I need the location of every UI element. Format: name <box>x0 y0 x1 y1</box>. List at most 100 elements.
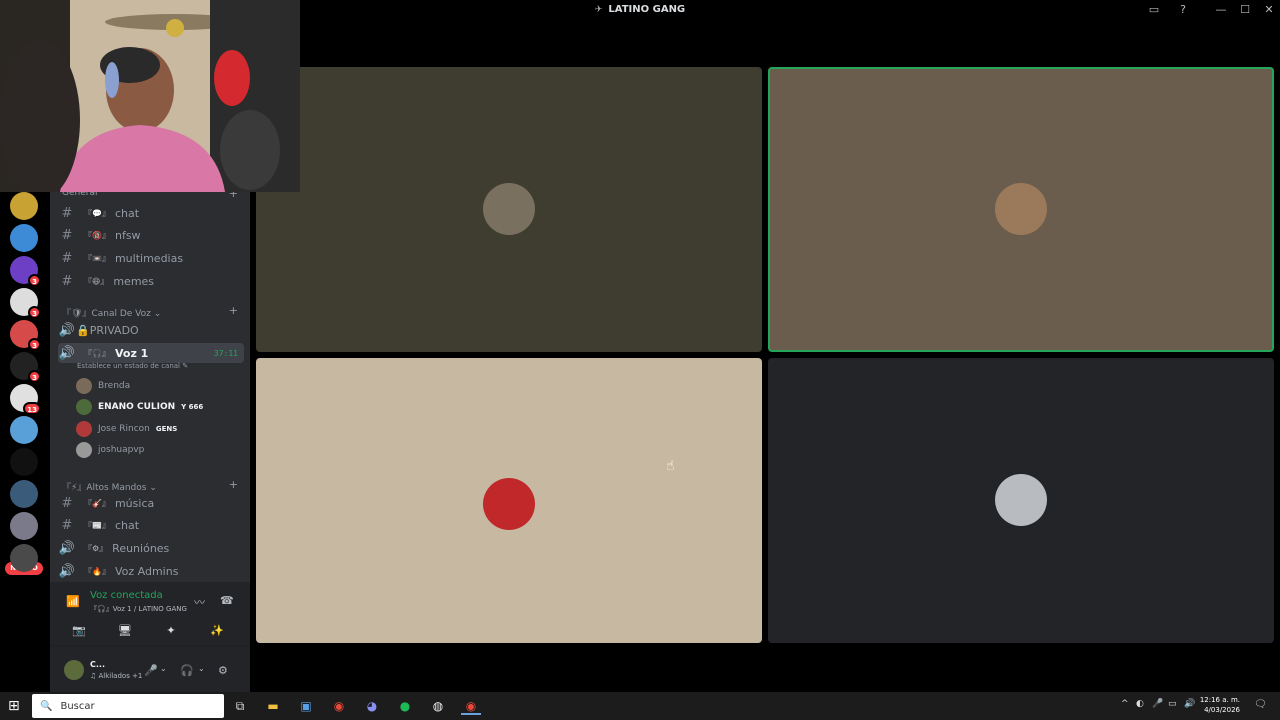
unread-badge: 3 <box>28 274 41 287</box>
notifications-icon[interactable]: 🗨 <box>1254 699 1267 710</box>
server-icon[interactable] <box>10 224 38 252</box>
connection-signal-icon[interactable]: 📶 <box>66 595 80 608</box>
maximize-button[interactable]: ☐ <box>1237 3 1253 16</box>
voice-user[interactable]: ENANO CULION Y 666 <box>76 398 203 416</box>
participant-tile[interactable] <box>256 358 762 643</box>
help-icon[interactable]: ? <box>1175 3 1191 16</box>
avatar[interactable] <box>64 660 84 680</box>
hash-icon: # <box>61 250 73 266</box>
task-view-icon[interactable]: ⧉ <box>230 697 250 715</box>
system-clock[interactable]: 12:16 a. m. 4/03/2026 <box>1200 695 1240 715</box>
voice-channel-label: 🔒PRIVADO <box>76 323 139 337</box>
tray-app-icon[interactable]: ◐ <box>1136 699 1144 709</box>
server-icon[interactable]: 3 <box>10 320 41 351</box>
text-channel[interactable]: # 『💬』 chat <box>58 203 244 223</box>
server-icon[interactable] <box>10 192 38 220</box>
participant-tile[interactable] <box>768 358 1274 643</box>
participant-avatar <box>483 478 535 530</box>
activities-button[interactable]: ✦ <box>152 620 190 642</box>
text-channel[interactable]: # 『🎸』 música <box>58 493 244 513</box>
voice-user[interactable]: Brenda <box>76 377 130 395</box>
text-channel[interactable]: # 『😆』 memes <box>58 271 244 291</box>
chevron-down-icon[interactable]: ⌄ <box>198 664 205 673</box>
server-icon[interactable] <box>10 544 38 572</box>
set-channel-status[interactable]: Establece un estado de canal ✎ <box>77 362 188 370</box>
file-explorer-icon[interactable]: ▬ <box>263 697 283 715</box>
server-icon[interactable] <box>10 512 38 540</box>
taskbar: ⊞ 🔍 Buscar ⧉ ▬ ▣ ◉ ◕ ● ◍ ◉ ^ ◐ 🎤 ▭ 🔊 12:… <box>0 692 1280 720</box>
username[interactable]: C... <box>90 660 105 669</box>
chrome-active-icon[interactable]: ◉ <box>461 697 481 715</box>
participant-tile-speaking[interactable] <box>768 67 1274 352</box>
microphone-icon[interactable]: 🎤 <box>144 664 158 677</box>
server-icon[interactable]: 13 <box>10 384 41 415</box>
hash-icon: # <box>61 273 73 289</box>
voice-user-name: joshuapvp <box>98 444 145 455</box>
voice-channel[interactable]: 🔊 『🔥』 Voz Admins <box>58 561 244 581</box>
channel-label: memes <box>113 274 155 288</box>
server-icon[interactable]: 3 <box>10 288 41 319</box>
screen-share-button[interactable]: 🖥 <box>106 620 144 642</box>
minimize-button[interactable]: — <box>1213 3 1229 16</box>
user-status: ♫ Alkilados +1 <box>90 672 143 680</box>
server-icon[interactable]: 3 <box>10 256 41 287</box>
server-logo-icon: ✈ <box>594 5 603 15</box>
category-altos-mandos[interactable]: 『⚡』Altos Mandos ⌄ <box>62 480 157 493</box>
category-canal-de-voz[interactable]: 『🛡』Canal De Voz ⌄ <box>62 306 161 319</box>
chevron-up-icon[interactable]: ^ <box>1121 699 1129 709</box>
text-channel[interactable]: # 『🔞』 nfsw <box>58 226 244 246</box>
channel-emoji: 『🎸』 <box>84 498 110 508</box>
voice-channel-privado[interactable]: 🔊 🔒PRIVADO <box>58 320 244 340</box>
camera-button[interactable]: 📷 <box>60 620 98 642</box>
unread-badge: 3 <box>28 338 41 351</box>
text-channel[interactable]: # 『📰』 chat <box>58 516 244 536</box>
server-icon[interactable]: 3 <box>10 352 41 383</box>
close-button[interactable]: ✕ <box>1261 3 1277 16</box>
discord-icon[interactable]: ◕ <box>362 697 382 715</box>
voice-connected-title: Voz conectada <box>90 590 163 601</box>
channel-emoji: 『⚙』 <box>84 543 108 553</box>
noise-suppression-icon[interactable]: 〰 <box>194 594 205 610</box>
headphones-icon[interactable]: 🎧 <box>180 664 194 677</box>
windows-start-icon[interactable]: ⊞ <box>8 698 20 714</box>
channel-sidebar: General + # 『💬』 chat # 『🔞』 nfsw # 『📼』 multimedia… <box>50 187 250 692</box>
avatar <box>76 399 92 416</box>
webcam-overlay <box>0 0 300 192</box>
gear-icon[interactable]: ⚙ <box>218 664 228 677</box>
unread-badge: 13 <box>23 402 41 415</box>
voice-channel-voz-1[interactable]: 🔊 『🎧』 Voz 1 37:11 <box>58 343 244 363</box>
volume-icon[interactable]: 🔊 <box>1184 699 1195 709</box>
disconnect-icon[interactable]: ☎ <box>220 594 234 607</box>
window-title-text: LATINO GANG <box>608 4 686 15</box>
voice-connected-subtitle[interactable]: 『🎧』Voz 1 / LATINO GANG <box>90 604 187 614</box>
chrome-icon[interactable]: ◉ <box>329 697 349 715</box>
network-icon[interactable]: ▭ <box>1168 699 1177 709</box>
app-icon[interactable]: ◍ <box>428 697 448 715</box>
voice-channel-label: Voz 1 <box>114 346 149 360</box>
add-voice-channel-icon[interactable]: + <box>229 304 238 317</box>
speaker-icon: 🔊 <box>58 563 76 579</box>
server-icon[interactable] <box>10 416 38 444</box>
channel-label: chat <box>114 519 140 533</box>
participant-tile[interactable] <box>256 67 762 352</box>
speaker-icon: 🔊 <box>58 322 76 338</box>
clock-time: 12:16 a. m. <box>1199 696 1240 704</box>
soundboard-button[interactable]: ✨ <box>198 620 236 642</box>
microphone-tray-icon[interactable]: 🎤 <box>1152 699 1163 709</box>
voice-user[interactable]: joshuapvp <box>76 441 144 459</box>
text-channel[interactable]: # 『📼』 multimedias <box>58 248 244 268</box>
channel-emoji: 『😆』 <box>84 276 109 286</box>
participant-avatar <box>995 474 1047 526</box>
video-stage: ☝ <box>250 22 1280 692</box>
chevron-down-icon[interactable]: ⌄ <box>160 664 167 673</box>
server-icon[interactable] <box>10 448 38 476</box>
add-channel-altos-icon[interactable]: + <box>229 478 238 491</box>
voice-channel[interactable]: 🔊 『⚙』 Reuniónes <box>58 538 244 558</box>
store-icon[interactable]: ▣ <box>296 697 316 715</box>
voice-user[interactable]: Jose Rincon GENS <box>76 420 177 438</box>
spotify-icon[interactable]: ● <box>395 697 415 715</box>
channel-emoji: 『🔞』 <box>84 231 110 241</box>
search-input[interactable]: 🔍 Buscar <box>32 694 224 718</box>
inbox-icon[interactable]: ▭ <box>1146 3 1162 16</box>
server-icon[interactable] <box>10 480 38 508</box>
